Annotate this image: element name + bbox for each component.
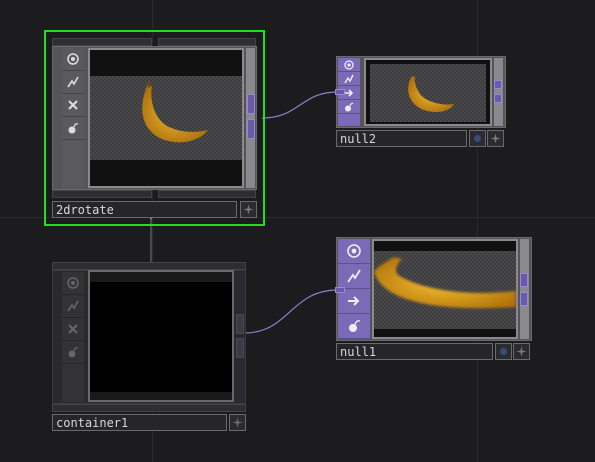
node-viewer[interactable] xyxy=(372,239,518,339)
cook-icon[interactable] xyxy=(62,295,84,318)
node-tab xyxy=(52,38,152,46)
display-icon xyxy=(500,348,507,355)
viewer-letterbox xyxy=(90,392,232,400)
cook-icon[interactable] xyxy=(62,71,84,94)
node-label[interactable]: null1 xyxy=(336,343,493,360)
node-label[interactable]: 2drotate xyxy=(52,201,237,218)
wire-2drotate-null2[interactable] xyxy=(261,91,339,119)
viewer-icon[interactable] xyxy=(62,48,84,71)
bypass-icon[interactable] xyxy=(62,318,84,341)
node-container1[interactable]: container1 xyxy=(52,262,246,432)
node-viewer-toggle[interactable] xyxy=(469,130,486,147)
lock-icon[interactable] xyxy=(62,341,84,364)
lock-icon[interactable] xyxy=(338,100,360,114)
viewer-icon[interactable] xyxy=(338,58,360,72)
input-port[interactable] xyxy=(335,287,345,293)
cook-icon[interactable] xyxy=(338,264,370,289)
output-port[interactable] xyxy=(236,338,244,358)
bypass-icon[interactable] xyxy=(62,94,84,117)
node-tab xyxy=(52,190,152,198)
node-null2[interactable]: null2 xyxy=(335,56,506,148)
node-rightbar xyxy=(494,58,503,126)
node-tab xyxy=(52,404,246,412)
lock-icon[interactable] xyxy=(62,117,84,140)
node-settings-button[interactable] xyxy=(240,201,257,218)
node-settings-button[interactable] xyxy=(229,414,246,431)
node-viewer[interactable] xyxy=(364,58,492,126)
node-rightbar xyxy=(246,48,255,188)
node-viewer-toggle[interactable] xyxy=(495,343,512,360)
viewer-icon[interactable] xyxy=(62,272,84,295)
compass-icon xyxy=(490,133,501,144)
node-settings-button[interactable] xyxy=(487,130,504,147)
compass-icon xyxy=(232,417,243,428)
compass-icon xyxy=(243,204,254,215)
output-port[interactable] xyxy=(520,292,528,306)
node-sidebar xyxy=(62,272,84,402)
node-viewer[interactable] xyxy=(88,48,244,188)
node-rightbar xyxy=(520,239,529,339)
output-port[interactable] xyxy=(247,94,255,114)
output-port[interactable] xyxy=(494,80,502,89)
output-port[interactable] xyxy=(494,94,502,103)
viewer-letterbox xyxy=(90,272,232,282)
node-tab xyxy=(158,38,256,46)
display-icon xyxy=(474,135,481,142)
node-null1[interactable]: null1 xyxy=(335,237,532,361)
wire-container1-null1[interactable] xyxy=(243,289,339,334)
output-port[interactable] xyxy=(520,273,528,287)
node-sidebar xyxy=(62,48,84,188)
viewer-icon[interactable] xyxy=(338,239,370,264)
banana-image xyxy=(142,80,208,143)
node-viewer[interactable] xyxy=(88,270,234,402)
output-port[interactable] xyxy=(247,119,255,139)
node-settings-button[interactable] xyxy=(513,343,530,360)
node-2drotate[interactable]: 2drotate xyxy=(44,30,265,226)
node-tab xyxy=(158,190,256,198)
lock-icon[interactable] xyxy=(338,314,370,339)
banana-image xyxy=(408,76,454,112)
output-port[interactable] xyxy=(236,314,244,334)
node-label[interactable]: null2 xyxy=(336,130,467,147)
node-tab xyxy=(52,262,246,270)
input-port[interactable] xyxy=(335,89,345,95)
compass-icon xyxy=(516,346,527,357)
node-label[interactable]: container1 xyxy=(52,414,227,431)
cook-icon[interactable] xyxy=(338,72,360,86)
banana-image xyxy=(374,257,516,309)
